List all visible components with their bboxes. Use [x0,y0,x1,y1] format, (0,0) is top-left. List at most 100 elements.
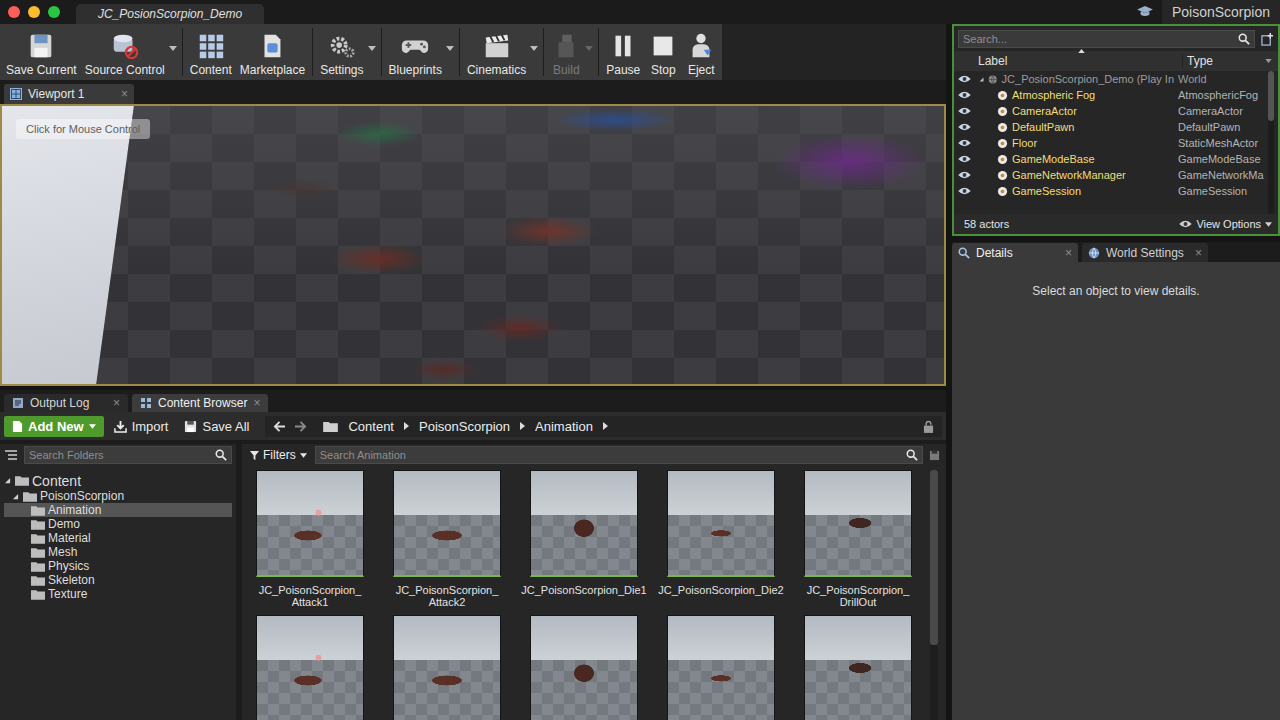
folder-item[interactable]: Mesh [4,545,232,559]
type-column-header[interactable]: Type [1182,54,1278,68]
toolbar-button[interactable]: Source Control [81,24,169,80]
toolbar-button[interactable]: Eject [682,24,720,80]
breadcrumb-item[interactable]: Animation [535,419,593,434]
close-tab-button[interactable]: × [121,87,128,101]
breadcrumb-item[interactable]: Content [348,419,394,434]
lock-icon[interactable] [923,420,934,433]
toolbar-button[interactable]: Pause [602,24,644,80]
outliner-row[interactable]: CameraActorCameraActor [954,103,1266,119]
animation-asset-tile[interactable]: JC_PoisonScorpion_Die1 [530,470,638,611]
viewport-tab[interactable]: Viewport 1× [4,84,134,104]
folder-item[interactable]: Demo [4,517,232,531]
close-window-button[interactable] [8,6,20,18]
toolbar-button[interactable]: Marketplace [236,24,309,80]
minimize-window-button[interactable] [28,6,40,18]
expanded-arrow-icon[interactable] [12,493,19,500]
animation-asset-tile[interactable]: JC_PoisonScorpion_Attack2 [393,470,501,611]
animation-asset-tile[interactable]: JC_PoisonScorpion_Attack1 [256,470,364,611]
game-viewport[interactable]: Click for Mouse Control [0,104,946,386]
toolbar-button[interactable]: Save Current [2,24,81,80]
outliner-search-field[interactable]: Search... [958,30,1255,48]
dropdown-arrow-icon[interactable] [530,46,538,51]
toolbar-button[interactable]: Content [186,24,236,80]
folder-search-field[interactable]: Search Folders [24,446,232,464]
zoom-window-button[interactable] [48,6,60,18]
visibility-eye-icon[interactable] [958,123,971,131]
outliner-row[interactable]: GameNetworkManagerGameNetworkMa [954,167,1266,183]
folder-tree: Search Folders ContentPoisonScorpionAnima… [0,444,236,720]
level-tab[interactable]: JC_PosionScorpion_Demo [76,4,264,24]
dropdown-arrow-icon[interactable] [368,46,376,51]
save-all-button[interactable]: Save All [178,416,255,437]
animation-asset-tile[interactable] [667,615,775,720]
folder-item[interactable]: PoisonScorpion [4,489,232,503]
outliner-row[interactable]: Atmospheric FogAtmosphericFog [954,87,1266,103]
breadcrumb-item[interactable]: PoisonScorpion [419,419,510,434]
panel-tab[interactable]: Content Browser× [132,394,268,412]
close-tab-button[interactable]: × [1195,246,1202,260]
chevron-right-icon[interactable] [520,422,525,430]
chevron-right-icon[interactable] [404,422,409,430]
animation-asset-tile[interactable]: JC_PoisonScorpion_DrillOut [804,470,912,611]
expanded-arrow-icon[interactable] [4,477,11,484]
folder-item[interactable]: Content [4,472,232,489]
add-new-button[interactable]: Add New [4,416,104,437]
details-tab[interactable]: World Settings× [1082,243,1208,262]
close-tab-button[interactable]: × [1065,246,1072,260]
source-control-icon [110,31,140,61]
toolbar-button[interactable]: Stop [644,24,682,80]
visibility-eye-icon[interactable] [958,187,971,195]
visibility-eye-icon[interactable] [958,91,971,99]
forward-arrow-icon[interactable] [294,421,307,432]
folder-item[interactable]: Physics [4,559,232,573]
close-tab-button[interactable]: × [113,396,120,410]
outliner-row[interactable]: JC_PosionScorpion_Demo (Play InWorld [954,71,1266,87]
expanded-arrow-icon[interactable] [979,76,984,83]
actor-icon [997,90,1008,101]
close-tab-button[interactable]: × [253,396,260,410]
animation-asset-tile[interactable] [393,615,501,720]
details-tab[interactable]: Details× [952,243,1078,262]
folder-item[interactable]: Texture [4,587,232,601]
folder-item[interactable]: Animation [4,503,232,517]
visibility-eye-icon[interactable] [958,139,971,147]
folder-item[interactable]: Skeleton [4,573,232,587]
chevron-right-icon[interactable] [603,422,608,430]
toolbar-button[interactable]: Blueprints [385,24,446,80]
mouse-control-hint[interactable]: Click for Mouse Control [16,119,150,139]
animation-asset-tile[interactable] [256,615,364,720]
toolbar-button[interactable]: Cinematics [463,24,530,80]
dropdown-arrow-icon[interactable] [169,46,177,51]
folder-item[interactable]: Material [4,531,232,545]
import-button[interactable]: Import [108,416,175,437]
toolbar-button[interactable]: Settings [316,24,367,80]
outliner-row[interactable]: FloorStaticMeshActor [954,135,1266,151]
animation-asset-tile[interactable] [804,615,912,720]
asset-search-field[interactable]: Search Animation [315,446,923,464]
outliner-row[interactable]: DefaultPawnDefaultPawn [954,119,1266,135]
animation-asset-tile[interactable]: JC_PoisonScorpion_Die2 [667,470,775,611]
visibility-eye-icon[interactable] [958,171,971,179]
dropdown-arrow-icon[interactable] [446,46,454,51]
outliner-row[interactable]: GameSessionGameSession [954,183,1266,199]
dropdown-arrow-icon[interactable] [585,46,593,51]
outliner-scrollbar[interactable] [1268,71,1274,214]
add-filter-icon[interactable] [1261,33,1274,46]
tree-toggle-icon[interactable] [4,449,18,461]
visibility-eye-icon[interactable] [958,155,971,163]
visibility-eye-icon[interactable] [958,107,971,115]
panel-tab[interactable]: Output Log× [4,394,128,412]
outliner-row[interactable]: GameModeBaseGameModeBase [954,151,1266,167]
back-arrow-icon[interactable] [273,421,286,432]
visibility-eye-icon[interactable] [958,75,971,83]
magnifier-icon [906,449,918,461]
filters-button[interactable]: Filters [248,448,309,462]
label-column-header[interactable]: Label [974,54,1182,68]
animation-asset-tile[interactable] [530,615,638,720]
save-search-icon[interactable] [929,450,940,461]
folder-icon [323,421,338,432]
graduation-cap-icon[interactable] [1136,5,1154,19]
view-options-button[interactable]: View Options [1179,218,1272,230]
asset-scrollbar[interactable] [930,470,938,720]
content-icon [196,31,226,61]
